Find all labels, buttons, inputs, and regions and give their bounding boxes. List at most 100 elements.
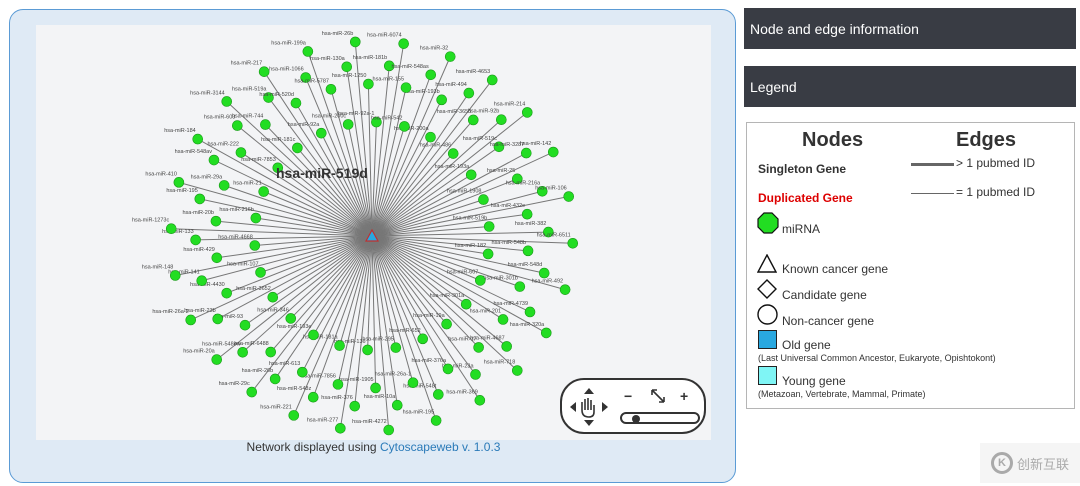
mirna-node[interactable] <box>342 119 354 130</box>
network-edge[interactable] <box>217 235 373 320</box>
mirna-node[interactable] <box>211 354 223 365</box>
mirna-node[interactable] <box>465 169 477 181</box>
mirna-node[interactable] <box>255 267 266 278</box>
mirna-node[interactable] <box>430 415 442 426</box>
mirna-node[interactable] <box>524 306 536 318</box>
mirna-node[interactable] <box>383 424 395 436</box>
mirna-node[interactable] <box>540 327 552 339</box>
mirna-node[interactable] <box>370 382 381 394</box>
mirna-node[interactable] <box>425 131 436 143</box>
mirna-node[interactable] <box>547 146 559 158</box>
mirna-node[interactable] <box>258 186 269 197</box>
cytoscapeweb-link[interactable]: Cytoscapeweb v. 1.0.3 <box>380 440 501 454</box>
zoom-in-button[interactable]: + <box>680 388 688 404</box>
zoom-slider[interactable] <box>620 412 700 424</box>
zoom-slider-knob[interactable] <box>632 415 640 423</box>
mirna-node[interactable] <box>514 281 526 292</box>
mirna-node[interactable] <box>218 180 230 191</box>
pan-left-icon[interactable] <box>570 402 576 412</box>
mirna-node[interactable] <box>460 298 472 310</box>
mirna-node[interactable] <box>400 82 412 93</box>
mirna-node[interactable] <box>470 369 481 380</box>
mirna-node[interactable] <box>332 379 344 390</box>
mirna-node[interactable] <box>521 107 533 118</box>
mirna-node[interactable] <box>398 38 409 49</box>
mirna-node[interactable] <box>486 74 498 86</box>
network-edge[interactable] <box>371 235 449 370</box>
mirna-node[interactable] <box>349 36 361 48</box>
mirna-node[interactable] <box>192 133 204 145</box>
mirna-node[interactable] <box>290 97 302 109</box>
mirna-node[interactable] <box>169 270 181 281</box>
mirna-node[interactable] <box>210 215 222 227</box>
mirna-node[interactable] <box>511 365 523 376</box>
legend-header[interactable]: Legend <box>744 66 1076 107</box>
mirna-node[interactable] <box>325 83 337 95</box>
mirna-node[interactable] <box>521 208 533 220</box>
mirna-node[interactable] <box>444 51 456 62</box>
mirna-node[interactable] <box>478 194 489 205</box>
mirna-node[interactable] <box>447 148 459 159</box>
mirna-node[interactable] <box>496 114 507 126</box>
mirna-node[interactable] <box>221 96 233 107</box>
fit-icon[interactable] <box>650 388 666 404</box>
mirna-node[interactable] <box>267 291 279 303</box>
mirna-node[interactable] <box>246 386 258 398</box>
mirna-node[interactable] <box>563 191 575 202</box>
mirna-node[interactable] <box>212 313 224 325</box>
mirna-node[interactable] <box>269 373 281 385</box>
mirna-node[interactable] <box>567 238 579 249</box>
mirna-node[interactable] <box>285 313 297 324</box>
mirna-node[interactable] <box>239 319 251 331</box>
mirna-node[interactable] <box>483 221 495 232</box>
mirna-node[interactable] <box>473 342 484 353</box>
mirna-node[interactable] <box>467 114 479 126</box>
mirna-node[interactable] <box>391 399 403 411</box>
mirna-node[interactable] <box>173 177 185 188</box>
mirna-node[interactable] <box>433 389 444 400</box>
mirna-node[interactable] <box>190 234 201 246</box>
mirna-node[interactable] <box>292 142 303 154</box>
mirna-node[interactable] <box>501 341 512 352</box>
mirna-node[interactable] <box>258 66 270 77</box>
pan-up-icon[interactable] <box>584 388 594 394</box>
mirna-node[interactable] <box>237 346 248 358</box>
mirna-node[interactable] <box>288 410 300 421</box>
mirna-node[interactable] <box>165 223 177 234</box>
mirna-node[interactable] <box>221 287 233 299</box>
mirna-node[interactable] <box>297 366 308 378</box>
mirna-node[interactable] <box>520 147 532 159</box>
pan-control[interactable] <box>568 386 610 428</box>
mirna-node[interactable] <box>441 318 452 330</box>
node-edge-info-header[interactable]: Node and edge information <box>744 8 1076 49</box>
mirna-node[interactable] <box>260 119 271 130</box>
mirna-node[interactable] <box>362 344 373 356</box>
mirna-node[interactable] <box>185 314 197 326</box>
mirna-node[interactable] <box>442 363 454 375</box>
mirna-node[interactable] <box>196 275 208 287</box>
mirna-node[interactable] <box>538 267 550 279</box>
mirna-node[interactable] <box>334 340 345 351</box>
mirna-node[interactable] <box>308 329 319 341</box>
mirna-node[interactable] <box>417 333 429 345</box>
mirna-node[interactable] <box>208 154 220 166</box>
mirna-node[interactable] <box>211 252 223 264</box>
mirna-node[interactable] <box>249 240 261 251</box>
mirna-node[interactable] <box>250 212 262 224</box>
network-edge[interactable] <box>371 43 405 237</box>
mirna-node[interactable] <box>559 284 571 295</box>
mirna-node[interactable] <box>474 395 486 406</box>
mirna-node[interactable] <box>497 314 509 325</box>
network-edge[interactable] <box>260 235 373 273</box>
network-edge[interactable] <box>371 74 432 237</box>
mirna-node[interactable] <box>475 275 486 286</box>
mirna-node[interactable] <box>194 193 206 205</box>
mirna-node[interactable] <box>341 61 353 73</box>
zoom-out-button[interactable]: − <box>624 388 632 404</box>
mirna-node[interactable] <box>522 245 534 257</box>
mirna-node[interactable] <box>399 121 410 132</box>
mirna-node[interactable] <box>335 423 346 434</box>
mirna-node[interactable] <box>425 69 437 81</box>
mirna-node[interactable] <box>390 342 402 353</box>
mirna-node[interactable] <box>482 248 494 260</box>
